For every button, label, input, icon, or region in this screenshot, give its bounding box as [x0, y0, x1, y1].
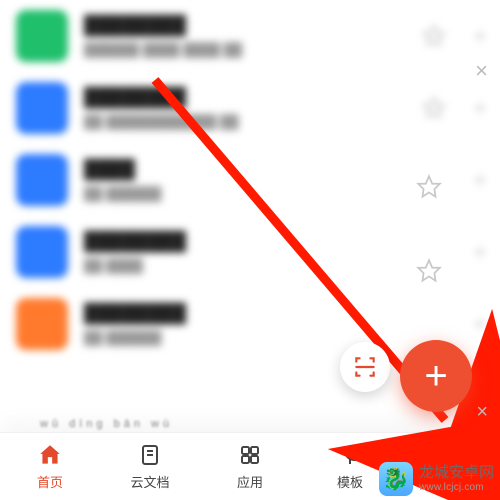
tab-label: 首页 [37, 472, 63, 491]
file-meta: ████████ ██████ ████ ████ ██ [84, 15, 406, 57]
star-icon[interactable] [422, 96, 446, 120]
list-item[interactable]: ████████ ██████ ████ ████ ██ [0, 0, 500, 72]
file-subtitle: ██ ██████ [84, 330, 460, 345]
more-dot[interactable] [476, 176, 484, 184]
file-thumb [16, 82, 68, 134]
watermark-text: 龙城安卓网 www.lcjcj.com [419, 465, 494, 493]
watermark: 🐉 龙城安卓网 www.lcjcj.com [379, 462, 494, 496]
tab-apps[interactable]: 应用 [200, 442, 300, 491]
home-icon [37, 442, 63, 468]
file-title: ████████ [84, 303, 460, 324]
star-icon[interactable] [422, 24, 446, 48]
file-subtitle: ██ ████████████ ██ [84, 114, 406, 129]
list-item[interactable]: ████████ ██ ████████████ ██ [0, 72, 500, 144]
file-thumb [16, 10, 68, 62]
more-dot[interactable] [476, 320, 484, 328]
file-thumb [16, 154, 68, 206]
plus-icon: + [424, 356, 447, 396]
file-title: ████ [84, 159, 460, 180]
tab-label: 模板 [337, 472, 363, 491]
tab-home[interactable]: 首页 [0, 442, 100, 491]
file-meta: ████████ ██ ████████████ ██ [84, 87, 406, 129]
file-title: ████████ [84, 87, 406, 108]
doc-icon [137, 442, 163, 468]
tab-cloud-docs[interactable]: 云文档 [100, 442, 200, 491]
watermark-logo: 🐉 [379, 462, 413, 496]
more-dot[interactable] [476, 248, 484, 256]
file-meta: ████████ ██ ████ [84, 231, 460, 273]
tab-label: 云文档 [130, 472, 169, 491]
watermark-name: 龙城安卓网 [419, 464, 494, 481]
pinyin-hint: wǔ dīng bān wù [40, 418, 173, 430]
file-thumb [16, 298, 68, 350]
close-icon[interactable]: × [475, 58, 488, 84]
dragon-icon: 🐉 [382, 466, 409, 492]
more-dot[interactable] [476, 32, 484, 40]
file-title: ████████ [84, 15, 406, 36]
file-subtitle: ██ ██████ [84, 186, 460, 201]
file-meta: ████████ ██ ██████ [84, 303, 460, 345]
scan-button[interactable] [340, 342, 390, 392]
file-thumb [16, 226, 68, 278]
tab-label: 应用 [237, 472, 263, 491]
grid-icon [237, 442, 263, 468]
more-dot[interactable] [476, 104, 484, 112]
watermark-url: www.lcjcj.com [419, 482, 494, 493]
leaf-icon [337, 442, 363, 468]
file-subtitle: ██████ ████ ████ ██ [84, 42, 406, 57]
file-subtitle: ██ ████ [84, 258, 460, 273]
star-icon[interactable] [416, 258, 442, 284]
file-title: ████████ [84, 231, 460, 252]
app-screen: ████████ ██████ ████ ████ ██ ████████ ██… [0, 0, 500, 500]
star-icon[interactable] [416, 174, 442, 200]
fab-add-button[interactable]: + [400, 340, 472, 412]
close-icon[interactable]: × [476, 401, 488, 424]
file-meta: ████ ██ ██████ [84, 159, 460, 201]
scan-icon [352, 354, 378, 380]
